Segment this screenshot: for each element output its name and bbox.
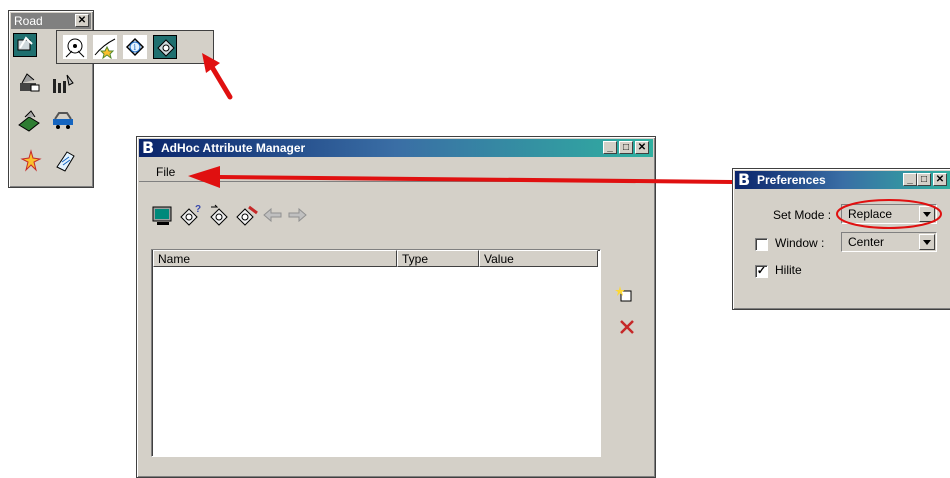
- traffic-icon: [65, 38, 85, 58]
- vehicle-terrain-icon: [20, 73, 40, 92]
- sparkle-tool[interactable]: [19, 149, 43, 173]
- bentley-logo-icon: B: [738, 170, 751, 189]
- bentley-logo-icon: B: [142, 138, 155, 157]
- hilite-label: Hilite: [775, 263, 802, 277]
- column-header-name[interactable]: Name: [153, 250, 397, 267]
- info-tag-icon: i: [125, 37, 145, 57]
- svg-text:i: i: [134, 43, 137, 52]
- arrow-left-icon: [263, 207, 282, 223]
- road-design-icon: [17, 36, 33, 51]
- set-mode-label: Set Mode :: [773, 208, 832, 222]
- maximize-button[interactable]: □: [917, 173, 931, 186]
- adhoc-title-bar[interactable]: B AdHoc Attribute Manager _ □ ✕: [139, 139, 653, 157]
- traffic-tool[interactable]: [63, 35, 87, 59]
- vehicle-terrain-tool[interactable]: [17, 71, 41, 95]
- maximize-button[interactable]: □: [619, 141, 633, 154]
- preferences-title-bar[interactable]: B Preferences _ □ ✕: [735, 171, 950, 189]
- window-select[interactable]: Center: [841, 232, 937, 252]
- road-toolbar-title: Road: [14, 14, 43, 28]
- minimize-button[interactable]: _: [603, 141, 617, 154]
- delete-attribute-button[interactable]: [615, 315, 639, 339]
- road-sparkle-icon: [94, 38, 116, 60]
- annotation-arrow-to-file-menu: [188, 166, 733, 188]
- window-label: Window :: [775, 236, 825, 250]
- file-menu[interactable]: File: [156, 165, 175, 179]
- window-checkbox[interactable]: [755, 238, 768, 251]
- back-button[interactable]: [261, 203, 285, 227]
- info-tag-tool[interactable]: i: [123, 35, 147, 59]
- cross-section-tool[interactable]: [51, 109, 75, 133]
- road-toolbar-titlebar[interactable]: Road ✕: [11, 13, 91, 29]
- minimize-button[interactable]: _: [903, 173, 917, 186]
- column-header-type[interactable]: Type: [397, 250, 479, 267]
- road-toolbar-close-button[interactable]: ✕: [75, 14, 89, 27]
- tag-query-button[interactable]: ?: [179, 203, 203, 227]
- tag-copy-icon: [210, 204, 228, 226]
- tag-copy-button[interactable]: [207, 203, 231, 227]
- delete-icon: [620, 320, 634, 334]
- column-header-value[interactable]: Value: [479, 250, 598, 267]
- hilite-checkbox[interactable]: ✓: [755, 265, 768, 278]
- monitor-icon: [152, 206, 172, 225]
- chevron-down-icon[interactable]: [919, 234, 935, 250]
- attribute-tag-tool[interactable]: [153, 35, 177, 59]
- monitor-button[interactable]: [151, 203, 175, 227]
- preferences-window-title: Preferences: [757, 173, 826, 187]
- annotation-arrow-to-toolbar: [202, 53, 233, 100]
- notepad-icon: [56, 151, 75, 172]
- svg-text:?: ?: [195, 204, 201, 215]
- new-attribute-button[interactable]: [615, 283, 639, 307]
- attribute-list[interactable]: Name Type Value: [151, 249, 601, 457]
- close-button[interactable]: ✕: [635, 141, 649, 154]
- new-attribute-icon: [615, 286, 632, 302]
- annotation-circle: [836, 199, 942, 229]
- green-surface-icon: [18, 110, 40, 132]
- arrow-right-icon: [288, 207, 307, 223]
- attribute-tag-icon: [157, 39, 175, 57]
- tag-edit-icon: [236, 205, 258, 226]
- bar-chart-icon: [53, 74, 74, 93]
- window-value: Center: [848, 235, 885, 249]
- cross-section-icon: [53, 112, 73, 129]
- green-surface-tool[interactable]: [17, 109, 41, 133]
- road-sparkle-tool[interactable]: [93, 35, 117, 60]
- forward-button[interactable]: [285, 203, 309, 227]
- sparkle-icon: [20, 149, 42, 172]
- preferences-window: B Preferences _ □ ✕ Set Mode : Replace W…: [732, 168, 950, 310]
- tag-query-icon: ?: [180, 204, 201, 226]
- tag-edit-button[interactable]: [235, 203, 259, 227]
- adhoc-window-title: AdHoc Attribute Manager: [161, 141, 306, 155]
- bar-chart-tool[interactable]: [51, 71, 75, 95]
- close-button[interactable]: ✕: [933, 173, 947, 186]
- road-design-tool[interactable]: [13, 33, 37, 57]
- notepad-tool[interactable]: [53, 149, 77, 173]
